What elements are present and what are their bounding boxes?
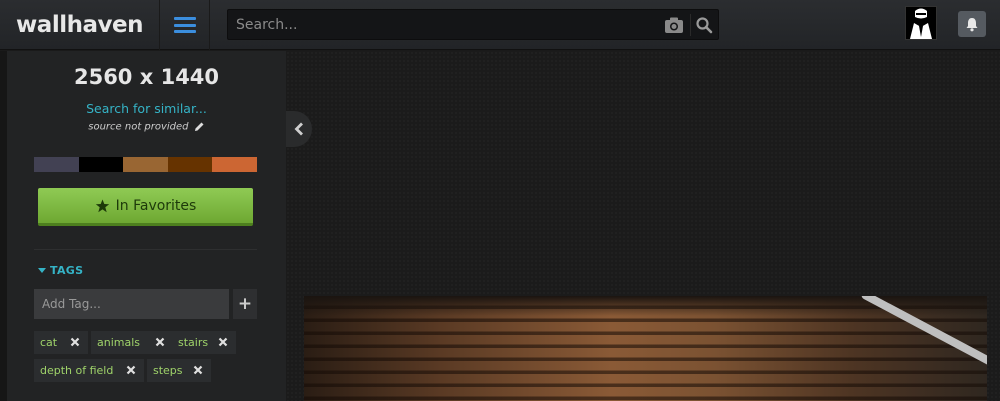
search-divider [690,14,691,36]
tag-chip[interactable]: animals [91,331,173,354]
add-tag-input[interactable] [34,289,229,319]
site-logo[interactable]: wallhaven [0,0,160,50]
pencil-icon[interactable] [194,121,205,132]
star-icon [95,199,109,212]
hamburger-icon [173,17,196,33]
tag-label[interactable]: cat [40,336,57,349]
wallpaper-image[interactable] [304,296,987,401]
caret-down-icon [38,268,46,273]
tags-heading-label: TAGS [50,264,84,277]
palette-swatch[interactable] [78,157,124,172]
remove-tag-icon[interactable] [218,337,228,347]
tag-chip[interactable]: stairs [172,331,236,354]
palette-swatch[interactable] [123,157,168,172]
tag-chip[interactable]: steps [147,359,211,382]
bell-icon [966,17,978,31]
tag-chip[interactable]: cat [34,331,88,354]
avatar-image [906,7,936,39]
chevron-left-icon [294,122,303,136]
add-tag-button[interactable]: + [233,289,257,319]
search-input[interactable] [228,10,658,39]
source-text: source not provided [88,121,189,133]
tag-label[interactable]: animals [97,336,140,349]
tag-label[interactable]: depth of field [40,364,113,377]
remove-tag-icon[interactable] [70,337,80,347]
user-avatar[interactable] [905,6,937,40]
favorite-button[interactable]: In Favorites [38,188,253,226]
palette-swatch[interactable] [34,157,79,172]
search-similar-link[interactable]: Search for similar... [7,101,286,116]
top-bar: wallhaven [0,0,1000,50]
resolution-label: 2560 x 1440 [73,65,220,89]
search-box [227,9,719,40]
tags-heading[interactable]: TAGS [38,264,83,277]
tag-chip[interactable]: depth of field [34,359,144,382]
palette-swatch[interactable] [167,157,213,172]
remove-tag-icon[interactable] [193,365,203,375]
source-line: source not provided [7,121,286,133]
remove-tag-icon[interactable] [155,337,165,347]
notifications-button[interactable] [958,11,986,37]
wallpaper-info-sidebar: 2560 x 1440 Search for similar... source… [0,51,286,401]
search-icon[interactable] [695,16,713,34]
color-palette [34,157,257,172]
palette-swatch[interactable] [212,157,257,172]
menu-button[interactable] [160,0,210,50]
remove-tag-icon[interactable] [126,365,136,375]
favorite-label: In Favorites [115,197,197,214]
camera-icon[interactable] [664,16,684,34]
tag-label[interactable]: stairs [178,336,208,349]
tag-label[interactable]: steps [153,364,183,377]
sidebar-divider [34,249,257,250]
